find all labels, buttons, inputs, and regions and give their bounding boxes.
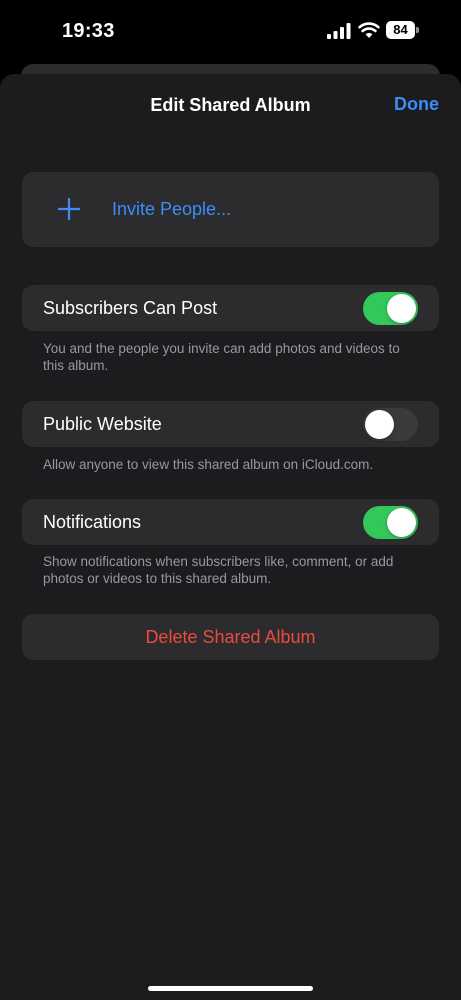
status-bar: 19:33 84 [0, 0, 461, 62]
subscribers-can-post-toggle[interactable] [363, 292, 418, 325]
status-time: 19:33 [62, 20, 115, 42]
done-button[interactable]: Done [394, 94, 439, 115]
invite-people-button[interactable]: Invite People... [22, 172, 439, 247]
notifications-footnote: Show notifications when subscribers like… [43, 554, 394, 586]
wifi-icon [358, 22, 380, 38]
invite-people-label: Invite People... [112, 199, 232, 219]
notifications-label: Notifications [43, 512, 142, 532]
signal-icon [327, 23, 351, 39]
sheet-title: Edit Shared Album [150, 95, 311, 115]
public-website-toggle[interactable] [363, 408, 418, 441]
delete-shared-album-label: Delete Shared Album [145, 627, 316, 647]
public-website-label: Public Website [43, 414, 162, 434]
battery-level: 84 [386, 21, 415, 39]
plus-icon [58, 198, 80, 220]
subscribers-can-post-footnote: You and the people you invite can add ph… [43, 341, 400, 373]
toggle-knob [365, 410, 394, 439]
notifications-toggle[interactable] [363, 506, 418, 539]
public-website-footnote: Allow anyone to view this shared album o… [43, 457, 374, 472]
toggle-knob [387, 508, 416, 537]
public-website-row: Public Website [22, 401, 439, 447]
battery-icon: 84 [386, 21, 420, 39]
subscribers-can-post-row: Subscribers Can Post [22, 285, 439, 331]
delete-shared-album-button[interactable]: Delete Shared Album [22, 614, 439, 660]
edit-shared-album-sheet: Edit Shared Album Done Invite People... … [0, 74, 461, 1000]
toggle-knob [387, 294, 416, 323]
subscribers-can-post-label: Subscribers Can Post [43, 298, 218, 318]
notifications-row: Notifications [22, 499, 439, 545]
home-indicator[interactable] [148, 986, 313, 991]
